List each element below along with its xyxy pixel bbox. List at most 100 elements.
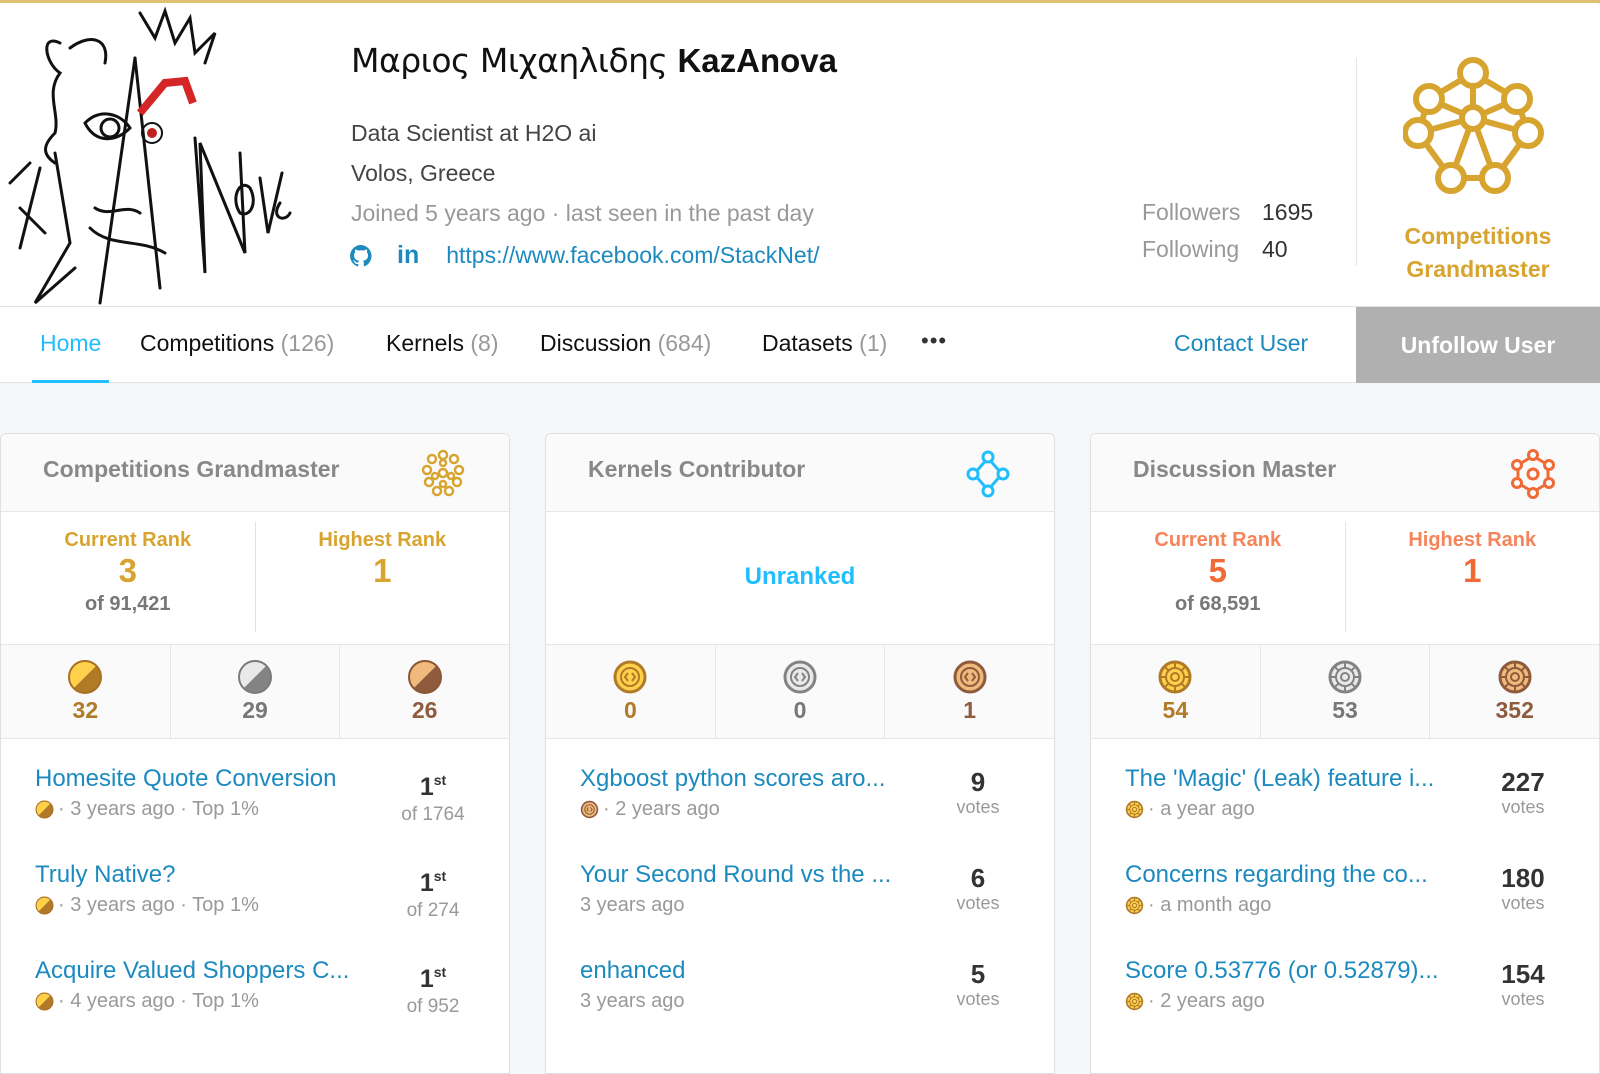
tab-datasets[interactable]: Datasets (1): [762, 307, 887, 383]
item-meta-text: · 3 years ago · Top 1%: [58, 798, 259, 820]
card-header: Discussion Master: [1091, 434, 1599, 512]
item-votes-label: votes: [956, 893, 1000, 913]
item-votes: 6 votes: [938, 861, 1018, 914]
tab-datasets-label: Datasets: [762, 330, 853, 356]
profile-nav: Home Competitions (126) Kernels (8) Disc…: [0, 306, 1600, 383]
list-item: The 'Magic' (Leak) feature i... · a year…: [1125, 765, 1599, 861]
github-icon[interactable]: [349, 244, 373, 268]
silver-medal-icon: [1327, 659, 1363, 695]
card-header: Competitions Grandmaster: [1, 434, 509, 512]
avatar: [0, 3, 305, 306]
tab-home[interactable]: Home: [31, 307, 110, 383]
tier-label-line2: Grandmaster: [1406, 256, 1550, 282]
item-rank-value: 1: [419, 773, 434, 801]
tab-discussion-label: Discussion: [540, 330, 652, 356]
medal-counts: 54 53 352: [1091, 645, 1599, 739]
tab-discussion[interactable]: Discussion (684): [540, 307, 711, 383]
profile-header: Μαριος Μιχαηλιδης KazAnova Data Scientis…: [0, 3, 1600, 306]
tab-kernels-label: Kernels: [386, 330, 464, 356]
tab-competitions-label: Competitions: [140, 330, 275, 356]
current-rank-value: 3: [118, 552, 137, 589]
discussion-list: The 'Magic' (Leak) feature i... · a year…: [1091, 739, 1599, 1053]
current-rank-label: Current Rank: [64, 529, 192, 551]
medal-counts: 32 29 26: [1, 645, 509, 739]
item-rank: 1st of 274: [393, 861, 473, 922]
bronze-medal-count: 26: [411, 697, 438, 723]
silver-medals: 29: [169, 645, 340, 738]
item-votes-label: votes: [956, 797, 1000, 817]
tab-competitions[interactable]: Competitions (126): [140, 307, 334, 383]
following-count: 40: [1262, 236, 1288, 262]
rank-area: Current Rank 3 of 91,421 Highest Rank 1: [1, 512, 509, 645]
card-title: Discussion Master: [1133, 456, 1337, 482]
silver-medal-icon: [782, 659, 818, 695]
profile-links: in https://www.facebook.com/StackNet/: [349, 241, 820, 270]
item-rank: 1st of 1764: [393, 765, 473, 826]
profile-location: Volos, Greece: [351, 160, 496, 186]
rank-area: Unranked: [546, 512, 1054, 645]
card-header: Kernels Contributor: [546, 434, 1054, 512]
silver-medal-count: 53: [1332, 697, 1358, 723]
highest-rank-label: Highest Rank: [318, 529, 447, 551]
medal-counts: 0 0 1: [546, 645, 1054, 739]
item-votes-count: 154: [1501, 959, 1545, 989]
bronze-medals: 26: [339, 645, 509, 738]
rank-area: Current Rank 5 of 68,591 Highest Rank 1: [1091, 512, 1599, 645]
item-votes-label: votes: [956, 989, 1000, 1009]
item-meta-text: · 2 years ago: [603, 798, 720, 820]
item-rank: 1st of 952: [393, 957, 473, 1018]
item-votes-count: 5: [970, 959, 986, 989]
more-menu-button[interactable]: •••: [921, 307, 947, 383]
tier-label: Competitions Grandmaster: [1372, 220, 1584, 286]
competition-list: Homesite Quote Conversion · 3 years ago …: [1, 739, 509, 1053]
list-item: Acquire Valued Shoppers C... · 4 years a…: [35, 957, 509, 1053]
card-title: Competitions Grandmaster: [43, 456, 340, 482]
master-icon: [1511, 449, 1555, 499]
silver-medal-icon: [237, 659, 273, 695]
unfollow-user-button[interactable]: Unfollow User: [1356, 307, 1600, 383]
tab-home-label: Home: [40, 330, 102, 356]
gold-medals: 0: [546, 645, 715, 738]
current-rank-of: of 91,421: [84, 593, 171, 615]
gold-medal-icon: [35, 992, 54, 1011]
item-meta-text: · 2 years ago: [1148, 990, 1265, 1012]
divider: [1356, 58, 1357, 266]
highest-rank-value: 1: [373, 552, 392, 589]
item-votes-count: 6: [970, 863, 986, 893]
profile-joined: Joined 5 years ago · last seen in the pa…: [351, 200, 814, 226]
followers-label: Followers: [1142, 199, 1241, 225]
item-meta-text: · 4 years ago · Top 1%: [58, 990, 259, 1012]
profile-name: Μαριος Μιχαηλιδης KazAnova: [351, 41, 837, 80]
linkedin-icon[interactable]: in: [397, 241, 419, 270]
followers-row[interactable]: Followers 1695: [1142, 199, 1313, 236]
item-rank-of: of 952: [406, 996, 460, 1017]
item-votes-count: 180: [1501, 863, 1545, 893]
highest-rank: Highest Rank 1: [254, 522, 510, 632]
tab-kernels[interactable]: Kernels (8): [386, 307, 499, 383]
tab-competitions-count: (126): [280, 330, 335, 356]
highest-rank: Highest Rank 1: [1344, 522, 1600, 632]
following-label: Following: [1142, 236, 1240, 262]
silver-medals: 0: [714, 645, 885, 738]
item-rank-of: of 1764: [401, 804, 465, 825]
contributor-icon: [966, 450, 1010, 498]
profile-username: KazAnova: [677, 42, 837, 79]
silver-medal-count: 29: [242, 697, 268, 723]
contact-user-button[interactable]: Contact User: [1174, 307, 1308, 383]
tier-label-line1: Competitions: [1404, 223, 1552, 249]
item-meta-text: 3 years ago: [580, 894, 685, 916]
item-votes: 5 votes: [938, 957, 1018, 1010]
gold-medal-icon: [1125, 800, 1144, 819]
item-votes: 9 votes: [938, 765, 1018, 818]
item-meta-text: 3 years ago: [580, 990, 685, 1012]
following-row[interactable]: Following 40: [1142, 236, 1313, 273]
bronze-medal-count: 352: [1495, 697, 1534, 723]
gold-medal-icon: [1157, 659, 1193, 695]
item-meta-text: · a year ago: [1148, 798, 1255, 820]
item-votes: 227 votes: [1483, 765, 1563, 818]
current-rank-label: Current Rank: [1154, 529, 1282, 551]
discussion-card: Discussion Master Current Rank 5 of 68,5…: [1090, 433, 1600, 1074]
tab-kernels-count: (8): [470, 330, 499, 356]
gold-medal-icon: [67, 659, 103, 695]
website-link[interactable]: https://www.facebook.com/StackNet/: [446, 242, 819, 269]
